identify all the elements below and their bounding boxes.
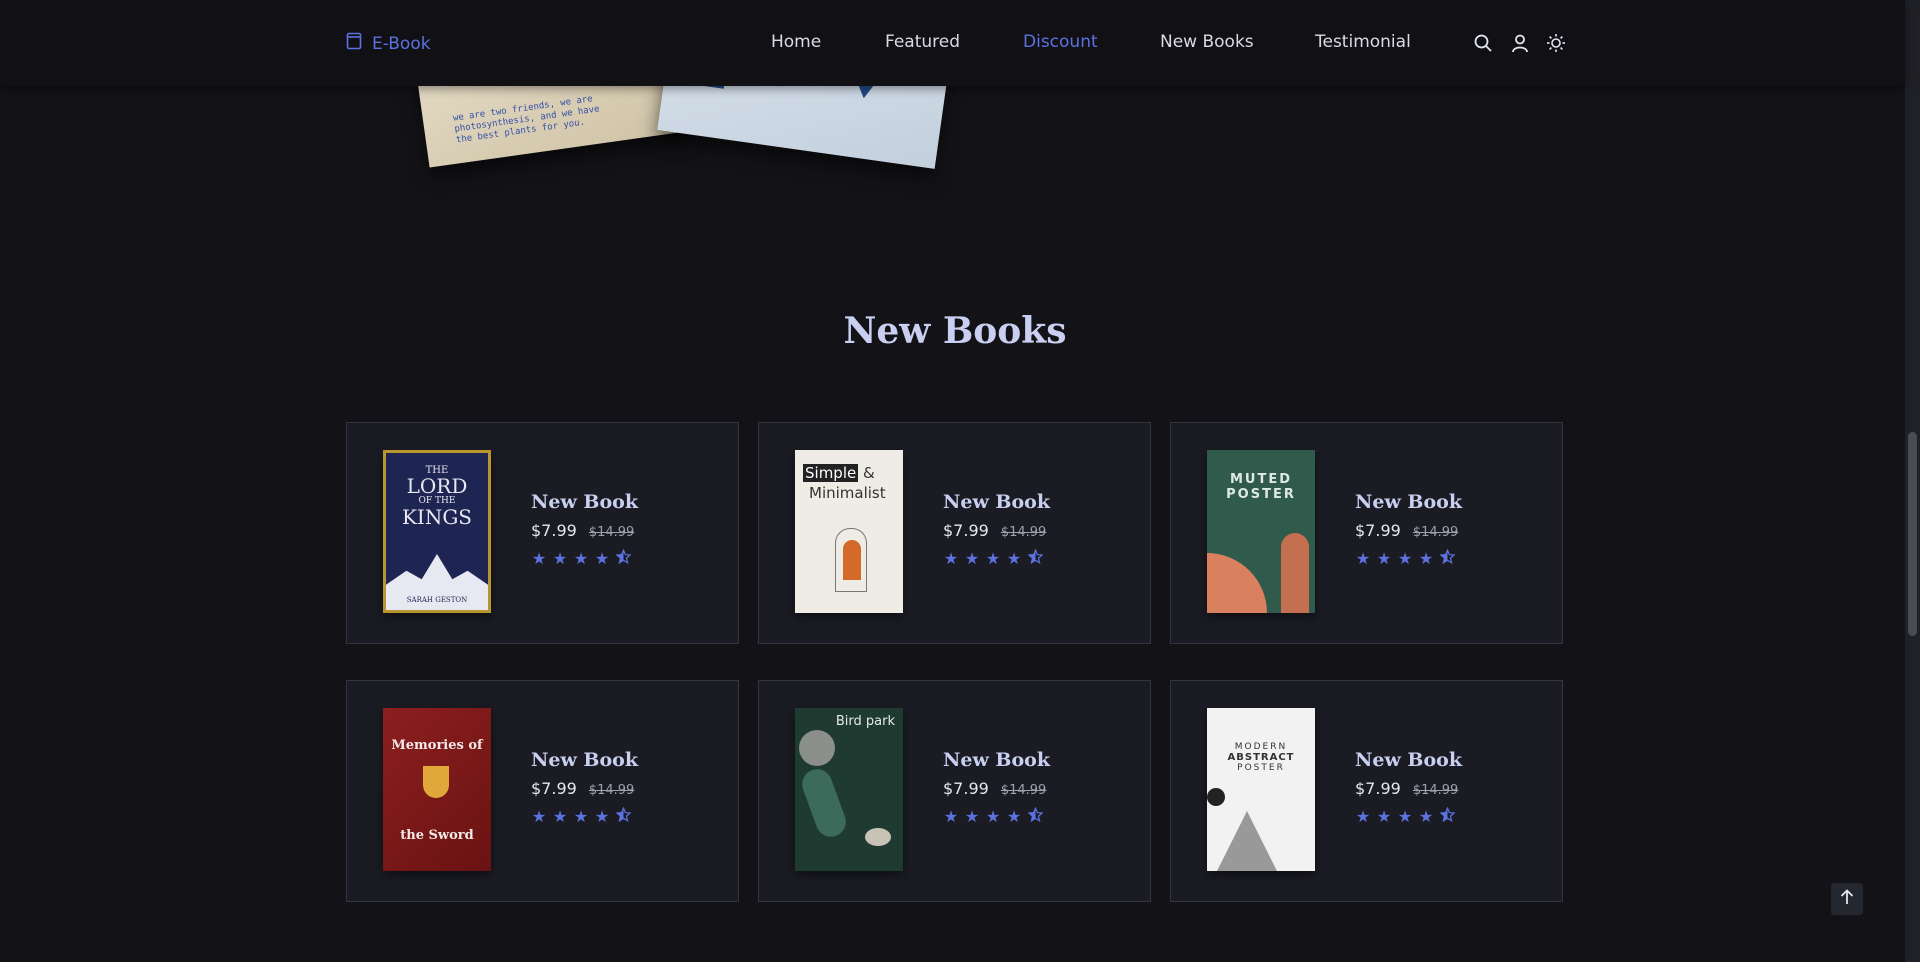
logo-text: E-Book [372,33,431,54]
book-cover-image: MODERN ABSTRACT POSTER [1207,708,1315,871]
book-old-price: $14.99 [1412,783,1459,798]
book-title: New Book [1355,491,1462,513]
star-icon: ★ [531,549,547,568]
nav-featured[interactable]: Featured [885,32,960,52]
section-title: New Books [843,310,1067,352]
book-old-price: $14.99 [1000,783,1047,798]
page-scrollbar[interactable] [1905,0,1920,962]
star-half-icon [1026,806,1044,826]
star-icon: ★ [552,549,568,568]
star-icon: ★ [964,549,980,568]
book-price: $7.99 [531,521,577,540]
star-icon: ★ [1355,549,1371,568]
book-cover-image: MUTED POSTER [1207,450,1315,613]
book-card[interactable]: Simple & Minimalist New Book $7.99 $14.99… [758,422,1151,644]
book-price: $7.99 [1355,521,1401,540]
book-card[interactable]: MUTED POSTER New Book $7.99 $14.99 ★ ★ ★ ★ [1170,422,1563,644]
star-icon: ★ [964,807,980,826]
scrollbar-thumb[interactable] [1908,432,1917,636]
star-icon: ★ [552,807,568,826]
book-cover-image: THE LORD OF THE KINGS SARAH GESTON [383,450,491,613]
logo-link[interactable]: E-Book [346,32,431,55]
star-rating: ★ ★ ★ ★ [1355,806,1462,826]
book-price: $7.99 [531,779,577,798]
sun-icon[interactable] [1546,33,1566,53]
star-icon: ★ [943,549,959,568]
user-icon[interactable] [1510,33,1530,53]
star-icon: ★ [1376,549,1392,568]
star-icon: ★ [1006,807,1022,826]
search-icon[interactable] [1473,33,1493,53]
star-icon: ★ [943,807,959,826]
book-price: $7.99 [943,779,989,798]
nav-new-books[interactable]: New Books [1160,32,1254,52]
book-price: $7.99 [943,521,989,540]
book-cover-image: Bird park [795,708,903,871]
star-icon: ★ [985,549,1001,568]
star-icon: ★ [1355,807,1371,826]
star-rating: ★ ★ ★ ★ [943,806,1050,826]
star-icon: ★ [985,807,1001,826]
star-icon: ★ [594,807,610,826]
star-half-icon [1438,548,1456,568]
star-half-icon [1438,806,1456,826]
star-icon: ★ [573,549,589,568]
book-card[interactable]: MODERN ABSTRACT POSTER New Book $7.99 $14.… [1170,680,1563,902]
star-rating: ★ ★ ★ ★ [531,548,638,568]
star-icon: ★ [1397,549,1413,568]
star-icon: ★ [594,549,610,568]
star-rating: ★ ★ ★ ★ [943,548,1050,568]
star-icon: ★ [1418,807,1434,826]
nav-discount[interactable]: Discount [1023,32,1098,52]
book-icon [346,32,362,55]
book-cover-image: Memories of the Sword [383,708,491,871]
scroll-to-top-button[interactable] [1831,883,1863,915]
book-old-price: $14.99 [1412,525,1459,540]
book-card[interactable]: Memories of the Sword New Book $7.99 $14.… [346,680,739,902]
book-old-price: $14.99 [1000,525,1047,540]
star-icon: ★ [1418,549,1434,568]
star-rating: ★ ★ ★ ★ [531,806,638,826]
star-icon: ★ [573,807,589,826]
star-icon: ★ [531,807,547,826]
arrow-up-icon [1840,889,1854,909]
book-old-price: $14.99 [588,525,635,540]
book-title: New Book [943,749,1050,771]
book-card[interactable]: Bird park New Book $7.99 $14.99 ★ ★ ★ ★ [758,680,1151,902]
book-title: New Book [531,749,638,771]
hero-book-text: we are two friends, we are photosynthesi… [452,94,601,146]
book-title: New Book [943,491,1050,513]
nav-testimonial[interactable]: Testimonial [1315,32,1411,52]
book-title: New Book [531,491,638,513]
book-price: $7.99 [1355,779,1401,798]
star-half-icon [1026,548,1044,568]
star-icon: ★ [1006,549,1022,568]
nav-home[interactable]: Home [771,32,821,52]
book-cover-image: Simple & Minimalist [795,450,903,613]
book-card[interactable]: THE LORD OF THE KINGS SARAH GESTON New Book … [346,422,739,644]
star-half-icon [614,806,632,826]
book-old-price: $14.99 [588,783,635,798]
star-half-icon [614,548,632,568]
star-rating: ★ ★ ★ ★ [1355,548,1462,568]
site-header: E-Book Home Featured Discount New Books … [0,0,1905,86]
book-title: New Book [1355,749,1462,771]
star-icon: ★ [1376,807,1392,826]
star-icon: ★ [1397,807,1413,826]
